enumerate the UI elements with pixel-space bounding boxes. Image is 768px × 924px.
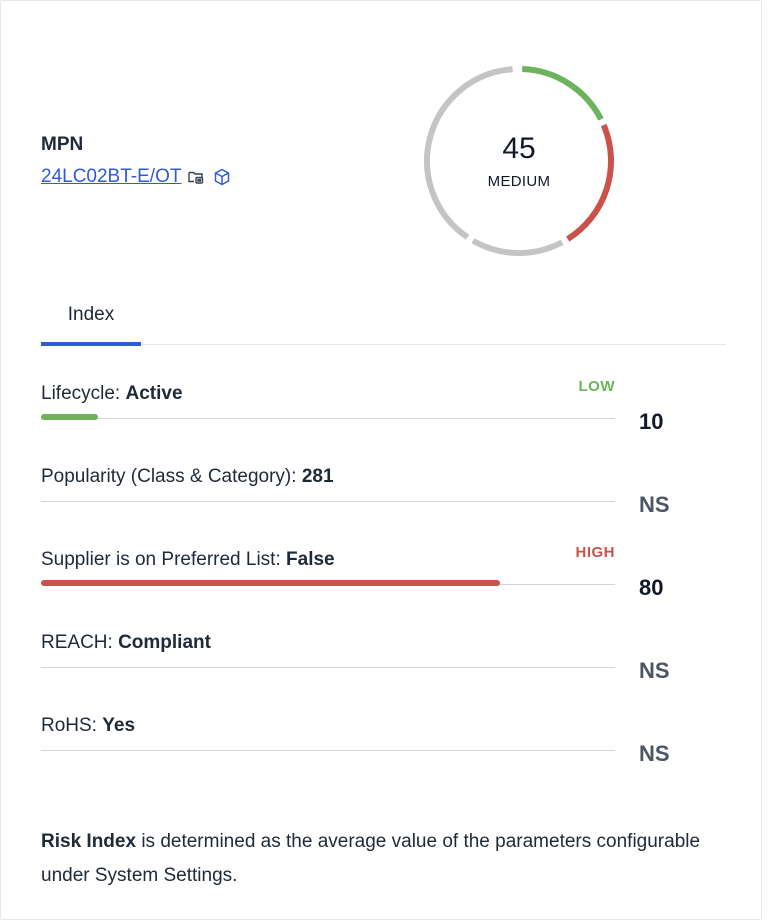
param-rohs: RoHS: Yes NS <box>41 715 726 785</box>
risk-card: MPN 24LC02BT-E/OT 45 MEDIUM Index Lifecy… <box>0 0 762 920</box>
risk-badge: LOW <box>578 378 615 395</box>
param-score: NS <box>639 492 670 517</box>
param-score: 80 <box>639 575 664 600</box>
param-label: Supplier is on Preferred List: False <box>41 549 335 570</box>
param-lifecycle: Lifecycle: Active LOW 10 <box>41 378 726 453</box>
param-score: 10 <box>639 409 664 434</box>
gauge-segment-3 <box>471 238 564 256</box>
mpn-label: MPN <box>41 134 84 155</box>
risk-badge: HIGH <box>575 544 615 561</box>
param-value: Compliant <box>118 632 211 653</box>
risk-score: 45 <box>502 132 536 165</box>
progress-fill <box>41 414 99 420</box>
risk-level: MEDIUM <box>487 173 551 190</box>
risk-index-note: Risk Index is determined as the average … <box>41 831 701 886</box>
progress-track <box>41 750 615 751</box>
param-popularity: Popularity (Class & Category): 281 NS <box>41 466 726 536</box>
mpn-row: 24LC02BT-E/OT <box>41 166 233 188</box>
tab-bar: Index <box>41 287 726 346</box>
param-label: REACH: Compliant <box>41 632 211 653</box>
param-value: 281 <box>301 466 334 487</box>
mpn-link[interactable]: 24LC02BT-E/OT <box>41 166 181 188</box>
param-value: False <box>286 549 335 570</box>
3d-model-icon[interactable] <box>211 166 233 188</box>
progress-fill <box>41 580 501 586</box>
gauge-segment-1 <box>522 66 604 121</box>
param-label: RoHS: Yes <box>41 715 136 736</box>
progress-track <box>41 418 615 419</box>
copy-folder-icon[interactable] <box>185 166 207 188</box>
progress-track <box>41 667 615 668</box>
param-value: Active <box>125 383 183 404</box>
param-label: Popularity (Class & Category): 281 <box>41 466 334 487</box>
progress-track <box>41 501 615 502</box>
param-score: NS <box>639 658 670 683</box>
param-score: NS <box>639 741 670 766</box>
param-value: Yes <box>102 715 136 736</box>
param-preferred-supplier: Supplier is on Preferred List: False HIG… <box>41 544 726 619</box>
param-reach: REACH: Compliant NS <box>41 632 726 702</box>
tab-index[interactable]: Index <box>41 287 141 346</box>
param-label: Lifecycle: Active <box>41 383 183 404</box>
